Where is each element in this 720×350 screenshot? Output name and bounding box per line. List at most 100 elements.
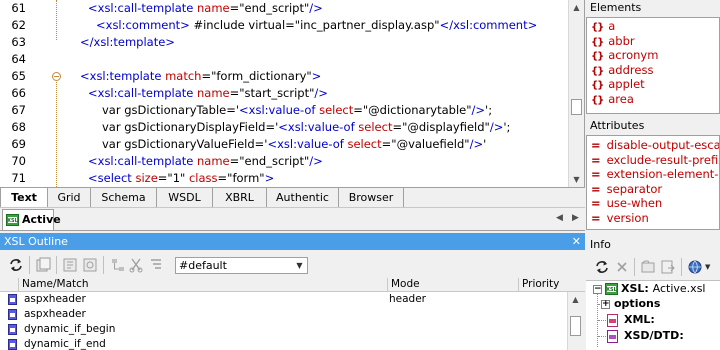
expand-icon[interactable]: + (601, 300, 610, 309)
table-row[interactable]: dynamic_if_begin (0, 322, 567, 337)
line-number: 71 (11, 171, 26, 185)
editor-vertical-scrollbar[interactable]: ▲ ▼ (568, 0, 584, 187)
info-toolbar: ▼ (586, 254, 720, 280)
call-template-icon[interactable] (62, 257, 78, 273)
cut-icon[interactable] (128, 257, 144, 273)
info-options-row[interactable]: options (614, 296, 660, 312)
info-xsl-value: Active.xsl (652, 282, 706, 295)
sort-icon[interactable] (148, 257, 164, 273)
code-area[interactable]: <xsl:call-template name="end_script"/> <x… (70, 0, 568, 187)
attribute-item[interactable]: = separator (591, 182, 662, 197)
template-name: dynamic_if_begin (24, 323, 116, 335)
line-number: 69 (11, 137, 26, 151)
info-xsl-label: XSL: (621, 282, 649, 295)
tab-browser[interactable]: Browser (339, 188, 404, 207)
apply-templates-icon[interactable] (82, 257, 98, 273)
code-line[interactable]: <xsl:template match="form_dictionary"> (80, 68, 321, 85)
table-row[interactable]: aspxheader (0, 307, 567, 322)
info-xsd-dtd-row[interactable]: XSD/DTD: (624, 328, 684, 344)
scroll-up-arrow-icon[interactable]: ▲ (568, 292, 583, 307)
element-item[interactable]: {} address (591, 63, 653, 78)
new-template-icon[interactable] (35, 257, 51, 273)
tree-structure-icon[interactable] (110, 257, 126, 273)
elements-list[interactable]: {} a {} abbr {} acronym {} address {} applet {} are… (586, 17, 720, 114)
column-header-priority[interactable]: Priority (518, 278, 585, 292)
outline-vertical-scrollbar[interactable]: ▲ (567, 292, 584, 350)
editor-scroll-thumb[interactable] (571, 99, 582, 115)
refresh-icon[interactable] (8, 257, 24, 273)
document-tab-active[interactable]: XSL Active (2, 209, 61, 230)
toolbar-separator (29, 256, 30, 274)
tab-grid[interactable]: Grid (48, 188, 91, 207)
tab-wsdl[interactable]: WSDL (157, 188, 213, 207)
mode-select[interactable]: #default ▼ (175, 257, 308, 274)
element-item[interactable]: {} acronym (591, 48, 658, 63)
tree-connector (597, 289, 598, 347)
element-label: a (608, 19, 616, 33)
fold-toggle-icon[interactable] (52, 72, 61, 81)
xml-text-token: '; (485, 103, 493, 117)
xml-tag-token: <xsl:value-of (239, 103, 320, 117)
line-number: 64 (11, 52, 26, 66)
table-row[interactable]: dynamic_if_end (0, 337, 567, 350)
element-item[interactable]: {} area (591, 92, 634, 107)
code-line[interactable]: <xsl:call-template name="end_script"/> (88, 153, 323, 170)
attribute-item[interactable]: = use-when (591, 196, 662, 211)
open-file-icon[interactable] (640, 259, 656, 275)
attributes-list[interactable]: = disable-output-escap = exclude-result-pre… (586, 135, 720, 230)
info-xml-row[interactable]: XML: (624, 312, 655, 328)
tab-scroll-right-icon[interactable]: ▶ (572, 213, 579, 223)
element-item[interactable]: {} applet (591, 77, 645, 92)
tab-authentic[interactable]: Authentic (267, 188, 339, 207)
assign-file-icon[interactable] (660, 259, 676, 275)
code-line[interactable]: <xsl:call-template name="end_script"/> (88, 0, 323, 17)
xml-text-token: var gsDictionaryDisplayField=' (102, 120, 279, 134)
code-line[interactable]: <select size="1" class="form"> (88, 170, 274, 187)
xml-attribute-token: match (165, 69, 202, 83)
template-name: dynamic_if_end (24, 338, 106, 350)
xml-text-token: '; (503, 120, 511, 134)
close-icon[interactable]: ✕ (572, 233, 581, 250)
scroll-up-arrow-icon[interactable]: ▲ (569, 0, 584, 15)
tab-xbrl[interactable]: XBRL (213, 188, 267, 207)
code-line[interactable]: var gsDictionaryValueField='<xsl:value-o… (102, 136, 486, 153)
column-header-mode[interactable]: Mode (387, 278, 518, 292)
code-line[interactable]: </xsl:template> (80, 34, 175, 51)
column-header-name-match[interactable]: Name/Match (18, 278, 387, 292)
template-name: aspxheader (24, 308, 86, 320)
xml-tag-token: </xsl:comment> (439, 18, 538, 32)
attribute-item[interactable]: = extension-element-pr (591, 167, 720, 182)
document-tabs: XSL Active ◀ ▶ (0, 207, 585, 231)
line-number: 70 (11, 154, 26, 168)
elements-panel-title: Elements (586, 0, 720, 17)
tab-schema[interactable]: Schema (91, 188, 157, 207)
code-editor[interactable]: 616263646566676869707172 <xsl:call-templ… (0, 0, 585, 202)
tab-text[interactable]: Text (0, 188, 48, 207)
code-line[interactable]: var gsDictionaryDisplayField='<xsl:value… (102, 119, 510, 136)
tab-scroll-left-icon[interactable]: ◀ (556, 213, 563, 223)
tree-connector (598, 336, 606, 337)
chevron-down-icon[interactable]: ▼ (705, 263, 710, 271)
attribute-icon: = (591, 152, 601, 167)
attribute-label: extension-element-pr (606, 167, 720, 182)
attribute-item[interactable]: = version (591, 211, 649, 226)
code-line[interactable]: <xsl:comment> #include virtual="inc_part… (96, 17, 537, 34)
globe-icon[interactable] (687, 259, 703, 275)
line-number: 66 (11, 86, 26, 100)
attribute-item[interactable]: = disable-output-escap (591, 138, 719, 153)
remove-icon[interactable] (614, 259, 630, 275)
chevron-down-icon[interactable]: ▼ (293, 259, 306, 272)
attribute-item[interactable]: = exclude-result-prefixe (591, 152, 719, 168)
outline-scroll-thumb[interactable] (570, 316, 581, 336)
collapse-icon[interactable]: − (593, 285, 602, 294)
table-row[interactable]: aspxheader header (0, 292, 567, 307)
element-item[interactable]: {} a (591, 19, 615, 34)
refresh-icon[interactable] (594, 259, 610, 275)
xml-tag-token: /> (314, 86, 328, 100)
element-item[interactable]: {} abbr (591, 34, 635, 49)
info-xsl-row[interactable]: XSL: Active.xsl (621, 281, 705, 297)
attribute-icon: = (591, 138, 601, 152)
code-line[interactable]: var gsDictionaryTable='<xsl:value-of sel… (102, 102, 492, 119)
code-line[interactable]: <xsl:call-template name="start_script"/> (88, 85, 328, 102)
scroll-down-arrow-icon[interactable]: ▼ (569, 172, 584, 187)
